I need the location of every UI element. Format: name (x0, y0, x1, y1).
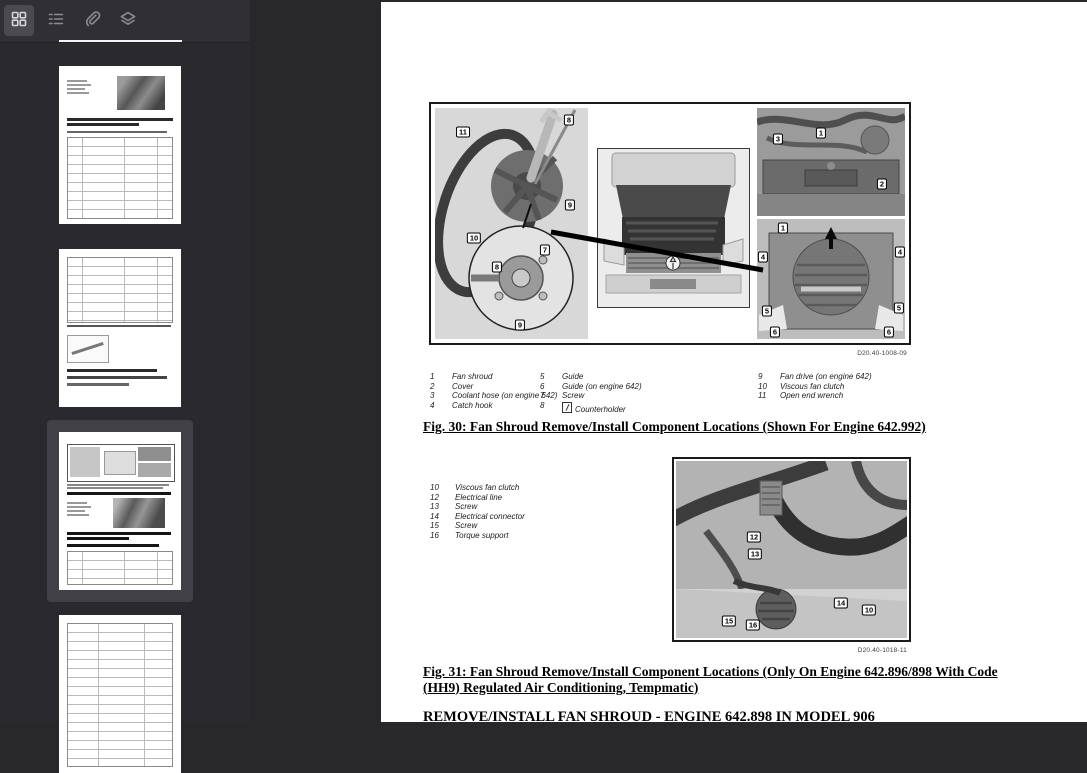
legend-item: 14Electrical connector (430, 512, 525, 522)
figure-callout-number: 2 (877, 179, 887, 190)
document-viewer[interactable]: 118910789 (250, 0, 1087, 722)
figure-callout-number: 1 (816, 128, 826, 139)
legend-item: 4Catch hook (430, 401, 557, 411)
figure-callout-number: 14 (834, 598, 848, 609)
fig30-engine-bay-photo: 3 1 2 (757, 108, 905, 216)
document-page: 118910789 (381, 2, 1087, 722)
legend-item: 12Electrical line (430, 493, 525, 503)
legend-item: 5Guide (540, 372, 642, 382)
legend-item: 13Screw (430, 502, 525, 512)
fig30-figure: 118910789 (429, 102, 911, 345)
figure-callout-number: 4 (895, 247, 905, 258)
thumb3-figure (67, 444, 175, 482)
fig31-figure-code: D20.40-1018-11 (672, 647, 907, 654)
fig30-caption: Fig. 30: Fan Shroud Remove/Install Compo… (423, 419, 983, 435)
fig31-figure: 12 13 14 10 15 16 (672, 457, 911, 642)
legend-item: 11Open end wrench (758, 391, 872, 401)
thumbnails-view-button[interactable] (4, 5, 34, 36)
figure-callout-number: 10 (467, 233, 481, 244)
legend-item: 10Viscous fan clutch (430, 483, 525, 493)
figure-callout-number: 7 (540, 245, 550, 256)
layers-view-button[interactable] (113, 5, 143, 36)
figure-callout-number: 9 (565, 200, 575, 211)
thumbnail-page-3[interactable] (59, 432, 181, 590)
section-heading: REMOVE/INSTALL FAN SHROUD - ENGINE 642.8… (423, 709, 875, 722)
thumbnails-grid-icon (10, 10, 28, 31)
sidebar-toolbar (0, 0, 250, 43)
legend-item: 8Counterholder (540, 401, 642, 415)
fig31-caption: Fig. 31: Fan Shroud Remove/Install Compo… (423, 664, 1035, 695)
thumbnail-selection-frame (47, 420, 193, 602)
legend-item: 9Fan drive (on engine 642) (758, 372, 872, 382)
outline-list-icon (47, 10, 65, 31)
figure-callout-number: 15 (722, 616, 736, 627)
figure-callout-number: 9 (515, 320, 525, 331)
fig30-legend-column-2: 5Guide6Guide (on engine 642)7Screw8Count… (540, 372, 642, 414)
legend-item: 15Screw (430, 521, 525, 531)
thumbnail-page-1[interactable] (59, 66, 181, 224)
fig30-radiator-photo: 1 4 4 5 5 6 6 (757, 219, 905, 339)
legend-item: 1Fan shroud (430, 372, 557, 382)
legend-item: 2Cover (430, 382, 557, 392)
legend-item: 16Torque support (430, 531, 525, 541)
thumb2-table (67, 257, 173, 323)
fig30-fan-illustration: 11 8 9 10 7 8 9 (435, 108, 588, 339)
fig31-engine-photo: 12 13 14 10 15 16 (676, 461, 907, 638)
figure-callout-number: 11 (456, 127, 470, 138)
figure-callout-number: 8 (492, 262, 502, 273)
legend-item: 7Screw (540, 391, 642, 401)
pdf-viewer-window: { "sidebar": { "tools": [ {"id": "thumbn… (0, 0, 1087, 722)
figure-callout-number: 10 (862, 605, 876, 616)
legend-item: 6Guide (on engine 642) (540, 382, 642, 392)
thumb1-photo (117, 76, 165, 110)
figure-callout-number: 4 (758, 252, 768, 263)
thumbnail-page-4[interactable] (59, 615, 181, 773)
fig30-legend-column-3: 9Fan drive (on engine 642)10Viscous fan … (758, 372, 872, 401)
thumbnail-page-2[interactable] (59, 249, 181, 407)
figure-callout-number: 12 (747, 532, 761, 543)
fig30-figure-code: D20.40-1008-09 (429, 350, 907, 357)
fig30-legend-column-1: 1Fan shroud2Cover3Coolant hose (on engin… (430, 372, 557, 410)
figure-callout-number: 13 (748, 549, 762, 560)
thumb4-table (67, 623, 173, 767)
outline-view-button[interactable] (41, 5, 71, 36)
loading-progress-line (59, 40, 182, 42)
figure-callout-number: 3 (773, 134, 783, 145)
legend-item: 10Viscous fan clutch (758, 382, 872, 392)
layers-icon (119, 10, 137, 31)
thumb1-table (67, 137, 173, 219)
thumb2-tool-photo (67, 335, 109, 363)
figure-callout-number: 16 (746, 620, 760, 631)
paperclip-icon (83, 10, 101, 31)
thumb1-text-line (67, 80, 87, 82)
fig31-legend: 10Viscous fan clutch12Electrical line13S… (430, 483, 525, 541)
figure-callout-number: 5 (762, 306, 772, 317)
sidebar (0, 0, 250, 722)
fig30-vehicle-photo (597, 148, 750, 308)
figure-callout-number: 8 (564, 115, 574, 126)
figure-callout-number: 5 (894, 303, 904, 314)
legend-item: 3Coolant hose (on engine 642) (430, 391, 557, 401)
figure-callout-number: 1 (778, 223, 788, 234)
counterholder-tool-icon (562, 402, 572, 413)
thumb3-photo (113, 498, 165, 528)
figure-callout-number: 6 (770, 327, 780, 338)
attachments-view-button[interactable] (77, 5, 107, 36)
figure-callout-number: 6 (884, 327, 894, 338)
thumb3-table (67, 551, 173, 585)
